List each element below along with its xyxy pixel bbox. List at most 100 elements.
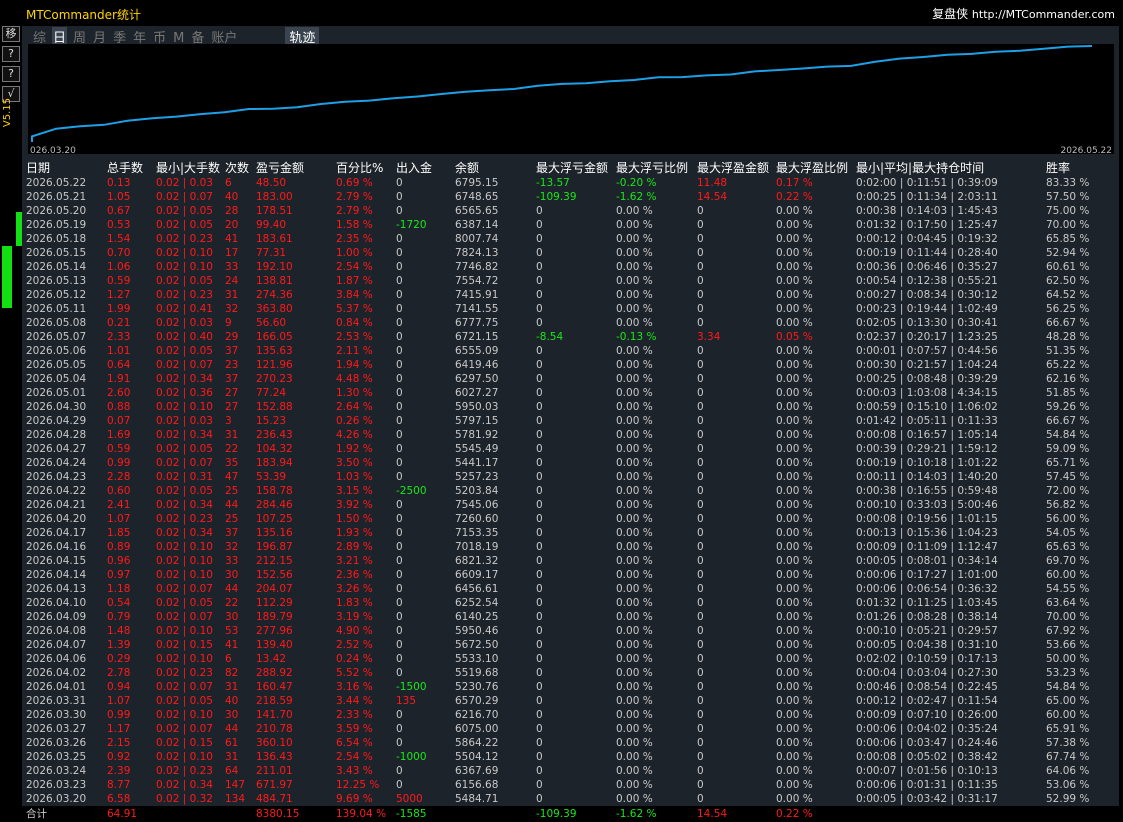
table-row[interactable]: 2026.04.21 2.41 0.02 | 0.34 44 284.46 3.92 % 0… bbox=[22, 498, 1119, 512]
table-row[interactable]: 2026.05.06 1.01 0.02 | 0.05 37 135.63 2.11 % 0… bbox=[22, 344, 1119, 358]
header-cell[interactable]: 最小|大手数 bbox=[156, 160, 220, 176]
header-cell[interactable]: 最大浮盈金额 bbox=[697, 160, 769, 176]
header-cell[interactable]: 次数 bbox=[225, 160, 249, 176]
table-row[interactable]: 2026.05.14 1.06 0.02 | 0.10 33 192.10 2.54 % 0… bbox=[22, 260, 1119, 274]
table-row[interactable]: 2026.04.24 0.99 0.02 | 0.07 35 183.94 3.50 % 0… bbox=[22, 456, 1119, 470]
header-cell[interactable]: 最大浮亏金额 bbox=[536, 160, 608, 176]
table-row[interactable]: 2026.05.18 1.54 0.02 | 0.23 41 183.61 2.35 % 0… bbox=[22, 232, 1119, 246]
table-cell: 0 bbox=[396, 583, 403, 595]
table-cell: 210.78 bbox=[256, 723, 293, 735]
table-row[interactable]: 2026.05.12 1.27 0.02 | 0.23 31 274.36 3.84 % 0… bbox=[22, 288, 1119, 302]
table-row[interactable]: 2026.05.01 2.60 0.02 | 0.36 27 77.24 1.30 % 0 6… bbox=[22, 386, 1119, 400]
table-cell: 0 bbox=[697, 513, 704, 525]
help-button-2[interactable]: ? bbox=[2, 66, 20, 82]
table-row[interactable]: 2026.05.05 0.64 0.02 | 0.07 23 121.96 1.94 % 0… bbox=[22, 358, 1119, 372]
table-cell: 53.06 % bbox=[1046, 779, 1090, 791]
table-row[interactable]: 2026.03.31 1.07 0.02 | 0.05 40 218.59 3.44 % 1… bbox=[22, 694, 1119, 708]
table-cell: 28 bbox=[225, 205, 239, 217]
header-cell[interactable]: 总手数 bbox=[107, 160, 143, 176]
table-row[interactable]: 2026.03.30 0.99 0.02 | 0.10 30 141.70 2.33 % 0… bbox=[22, 708, 1119, 722]
table-row[interactable]: 2026.03.20 6.58 0.02 | 0.32 134 484.71 9.69 %… bbox=[22, 792, 1119, 806]
table-cell: 0 bbox=[536, 457, 543, 469]
table-cell: 0.53 bbox=[107, 219, 131, 231]
move-button[interactable]: 移 bbox=[2, 26, 20, 42]
table-cell: 29 bbox=[225, 331, 239, 343]
table-row[interactable]: 2026.05.15 0.70 0.02 | 0.10 17 77.31 1.00 % 0 7… bbox=[22, 246, 1119, 260]
table-row[interactable]: 2026.04.20 1.07 0.02 | 0.23 25 107.25 1.50 % 0… bbox=[22, 512, 1119, 526]
table-cell: 136.43 bbox=[256, 751, 293, 763]
table-row[interactable]: 2026.03.26 2.15 0.02 | 0.15 61 360.10 6.54 % 0… bbox=[22, 736, 1119, 750]
table-cell: 0.00 % bbox=[776, 611, 813, 623]
table-cell: 32 bbox=[225, 541, 239, 553]
table-row[interactable]: 2026.03.27 1.17 0.02 | 0.07 44 210.78 3.59 % 0… bbox=[22, 722, 1119, 736]
table-cell: 0.89 bbox=[107, 541, 131, 553]
table-row[interactable]: 2026.05.11 1.99 0.02 | 0.41 32 363.80 5.37 % 0… bbox=[22, 302, 1119, 316]
table-row[interactable]: 2026.04.28 1.69 0.02 | 0.34 31 236.43 4.26 % 0… bbox=[22, 428, 1119, 442]
table-row[interactable]: 2026.04.17 1.85 0.02 | 0.34 37 135.16 1.93 % 0… bbox=[22, 526, 1119, 540]
header-cell[interactable]: 胜率 bbox=[1046, 160, 1070, 176]
table-row[interactable]: 2026.04.30 0.88 0.02 | 0.10 27 152.88 2.64 % 0… bbox=[22, 400, 1119, 414]
table-row[interactable]: 2026.04.14 0.97 0.02 | 0.10 30 152.56 2.36 % 0… bbox=[22, 568, 1119, 582]
table-cell: 0.02 | 0.07 bbox=[156, 191, 213, 203]
header-cell[interactable]: 最小|平均|最大持仓时间 bbox=[856, 160, 984, 176]
table-row[interactable]: 2026.04.06 0.29 0.02 | 0.10 6 13.42 0.24 % 0 55… bbox=[22, 652, 1119, 666]
table-row[interactable]: 2026.04.16 0.89 0.02 | 0.10 32 196.87 2.89 % 0… bbox=[22, 540, 1119, 554]
header-cell[interactable]: 出入金 bbox=[396, 160, 432, 176]
table-row[interactable]: 2026.05.04 1.91 0.02 | 0.34 37 270.23 4.48 % 0… bbox=[22, 372, 1119, 386]
table-row[interactable]: 2026.05.22 0.13 0.02 | 0.03 6 48.50 0.69 % 0 67… bbox=[22, 176, 1119, 190]
table-row[interactable]: 2026.04.09 0.79 0.02 | 0.07 30 189.79 3.19 % 0… bbox=[22, 610, 1119, 624]
table-cell: 2026.05.12 bbox=[26, 289, 87, 301]
header-cell[interactable]: 日期 bbox=[26, 160, 50, 176]
table-cell: 8007.74 bbox=[455, 233, 499, 245]
table-cell: 0 bbox=[536, 625, 543, 637]
table-cell: 0 bbox=[396, 247, 403, 259]
table-cell: 0.00 % bbox=[776, 499, 813, 511]
table-row[interactable]: 2026.04.27 0.59 0.02 | 0.05 22 104.32 1.92 % 0… bbox=[22, 442, 1119, 456]
table-row[interactable]: 2026.05.07 2.33 0.02 | 0.40 29 166.05 2.53 % 0… bbox=[22, 330, 1119, 344]
table-row[interactable]: 2026.03.23 8.77 0.02 | 0.34 147 671.97 12.25 … bbox=[22, 778, 1119, 792]
header-cell[interactable]: 最大浮亏比例 bbox=[616, 160, 688, 176]
table-row[interactable]: 2026.05.20 0.67 0.02 | 0.05 28 178.51 2.79 % 0… bbox=[22, 204, 1119, 218]
table-row[interactable]: 2026.03.25 0.92 0.02 | 0.10 31 136.43 2.54 % -… bbox=[22, 750, 1119, 764]
table-row[interactable]: 2026.03.24 2.39 0.02 | 0.23 64 211.01 3.43 % 0… bbox=[22, 764, 1119, 778]
table-cell: 360.10 bbox=[256, 737, 293, 749]
table-cell: 0.02 | 0.05 bbox=[156, 597, 213, 609]
header-cell[interactable]: 百分比% bbox=[336, 160, 383, 176]
table-cell: 1.93 % bbox=[336, 527, 373, 539]
table-row[interactable]: 2026.04.22 0.60 0.02 | 0.05 25 158.78 3.15 % -… bbox=[22, 484, 1119, 498]
table-cell: 0:00:25 | 0:11:34 | 2:03:11 bbox=[856, 191, 998, 203]
header-cell[interactable]: 盈亏金额 bbox=[256, 160, 304, 176]
table-row[interactable]: 2026.04.10 0.54 0.02 | 0.05 22 112.29 1.83 % 0… bbox=[22, 596, 1119, 610]
table-row[interactable]: 2026.04.29 0.07 0.02 | 0.03 3 15.23 0.26 % 0 57… bbox=[22, 414, 1119, 428]
table-cell: 0.02 | 0.23 bbox=[156, 765, 213, 777]
table-row[interactable]: 2026.05.08 0.21 0.02 | 0.03 9 56.60 0.84 % 0 67… bbox=[22, 316, 1119, 330]
table-row[interactable]: 2026.04.15 0.96 0.02 | 0.10 33 212.15 3.21 % 0… bbox=[22, 554, 1119, 568]
table-row[interactable]: 2026.04.01 0.94 0.02 | 0.07 31 160.47 3.16 % -… bbox=[22, 680, 1119, 694]
table-cell: 62.16 % bbox=[1046, 373, 1090, 385]
brand-url[interactable]: http://MTCommander.com bbox=[972, 8, 1115, 21]
header-cell[interactable]: 最大浮盈比例 bbox=[776, 160, 848, 176]
table-row[interactable]: 2026.04.08 1.48 0.02 | 0.10 53 277.96 4.90 % 0… bbox=[22, 624, 1119, 638]
help-button[interactable]: ? bbox=[2, 46, 20, 62]
table-cell: 57.38 % bbox=[1046, 737, 1090, 749]
table-cell: 25 bbox=[225, 513, 239, 525]
table-row[interactable]: 2026.05.13 0.59 0.02 | 0.05 24 138.81 1.87 % 0… bbox=[22, 274, 1119, 288]
table-row[interactable]: 2026.05.19 0.53 0.02 | 0.05 20 99.40 1.58 % -1… bbox=[22, 218, 1119, 232]
table-row[interactable]: 2026.04.23 2.28 0.02 | 0.31 47 53.39 1.03 % 0 5… bbox=[22, 470, 1119, 484]
table-cell: 3.15 % bbox=[336, 485, 373, 497]
table-cell: 0 bbox=[536, 387, 543, 399]
table-row[interactable]: 2026.04.07 1.39 0.02 | 0.15 41 139.40 2.52 % 0… bbox=[22, 638, 1119, 652]
table-cell: 0 bbox=[697, 709, 704, 721]
table-cell: 0 bbox=[396, 177, 403, 189]
table-cell: 0.00 % bbox=[776, 737, 813, 749]
table-row[interactable]: 2026.04.02 2.78 0.02 | 0.23 82 288.92 5.52 % 0… bbox=[22, 666, 1119, 680]
table-row[interactable]: 2026.04.13 1.18 0.02 | 0.07 44 204.07 3.26 % 0… bbox=[22, 582, 1119, 596]
table-cell: 147 bbox=[225, 779, 246, 791]
table-cell: 0 bbox=[536, 751, 543, 763]
header-cell[interactable]: 余额 bbox=[455, 160, 479, 176]
table-cell: 22 bbox=[225, 443, 239, 455]
table-row[interactable]: 2026.05.21 1.05 0.02 | 0.07 40 183.00 2.79 % 0… bbox=[22, 190, 1119, 204]
table-cell: 0.00 % bbox=[776, 583, 813, 595]
table-cell: 2026.04.14 bbox=[26, 569, 87, 581]
table-cell: 0.70 bbox=[107, 247, 131, 259]
